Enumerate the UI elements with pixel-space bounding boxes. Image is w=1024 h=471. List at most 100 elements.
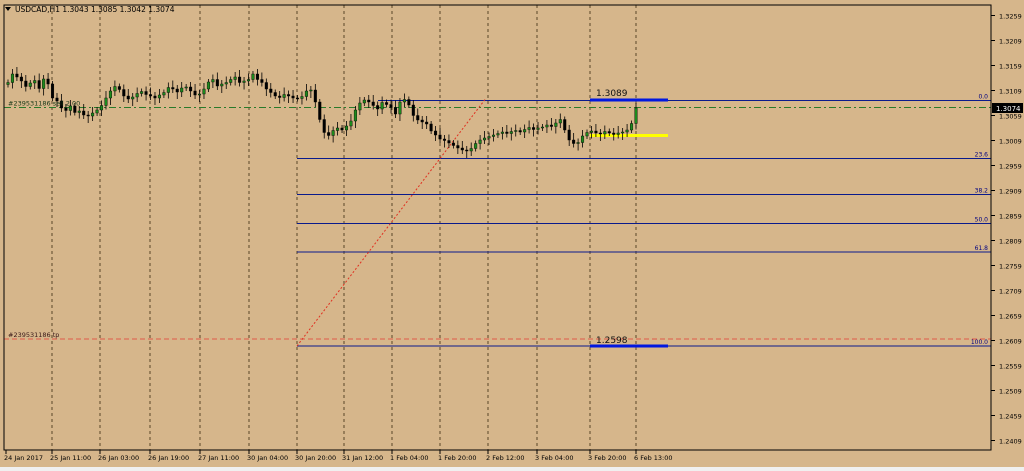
price-tick-label: 1.3209: [999, 38, 1022, 46]
bull-candle-body: [206, 81, 210, 90]
bear-candle-body: [82, 110, 86, 116]
bear-candle-body: [37, 80, 41, 89]
bear-candle-body: [607, 131, 611, 134]
bull-candle-body: [100, 105, 104, 111]
price-tick-label: 1.2659: [999, 313, 1022, 321]
time-tick-label: 2 Feb 12:00: [486, 454, 525, 462]
bear-candle-body: [318, 101, 322, 120]
bull-candle-body: [33, 80, 37, 84]
bear-candle-body: [175, 88, 179, 93]
time-tick-label: 3 Feb 20:00: [588, 454, 627, 462]
bear-candle-body: [518, 130, 522, 133]
bear-candle-body: [438, 134, 442, 140]
time-tick-label: 30 Jan 20:00: [295, 454, 336, 462]
bull-candle-body: [331, 130, 335, 136]
bear-candle-body: [420, 119, 424, 123]
time-tick-label: 1 Feb 04:00: [390, 454, 429, 462]
bull-candle-body: [469, 148, 473, 152]
price-tick-label: 1.2459: [999, 413, 1022, 421]
bull-candle-body: [625, 129, 629, 133]
bear-candle-body: [255, 73, 259, 80]
price-tick-label: 1.3259: [999, 13, 1022, 21]
bull-candle-body: [589, 130, 593, 133]
bull-candle-body: [10, 73, 14, 83]
bull-candle-body: [91, 112, 95, 117]
bear-candle-body: [429, 123, 433, 132]
bear-candle-body: [278, 95, 282, 98]
bull-candle-body: [344, 125, 348, 131]
chart-window[interactable]: 0.0 23.6 38.2 50.0 61.8 100.0 1.3259 1.3209 1.3…: [0, 0, 1024, 467]
bear-candle-body: [612, 132, 616, 135]
price-tick-label: 1.2409: [999, 438, 1022, 446]
price-tick-label: 1.2759: [999, 263, 1022, 271]
lower-zone-price-label: 1.2598: [596, 336, 628, 346]
bear-candle-body: [572, 139, 576, 144]
bear-candle-body: [189, 86, 193, 92]
bull-candle-body: [523, 129, 527, 133]
bull-candle-body: [630, 123, 634, 131]
price-chart[interactable]: 0.0 23.6 38.2 50.0 61.8 100.0 1.3259 1.3209 1.3…: [0, 0, 1024, 467]
upper-zone-price-label: 1.3089: [596, 89, 628, 99]
bull-candle-body: [95, 109, 99, 114]
bull-candle-body: [42, 78, 46, 89]
bull-candle-body: [536, 127, 540, 130]
bear-candle-body: [269, 88, 273, 93]
bull-candle-body: [509, 131, 513, 134]
bear-candle-body: [296, 97, 300, 100]
bear-candle-body: [260, 79, 264, 83]
bull-candle-body: [166, 87, 170, 93]
bull-candle-body: [157, 94, 161, 99]
bull-candle-body: [233, 76, 237, 80]
price-tick-label: 1.2809: [999, 238, 1022, 246]
bull-candle-body: [349, 120, 353, 127]
bear-candle-body: [434, 130, 438, 136]
bull-candle-body: [6, 82, 10, 85]
bull-candle-body: [309, 89, 313, 92]
bear-candle-body: [594, 130, 598, 134]
bear-candle-body: [238, 76, 242, 83]
bull-candle-body: [28, 82, 32, 87]
bear-candle-body: [86, 114, 90, 117]
bull-candle-body: [603, 131, 607, 135]
fib-level-label: 23.6: [975, 152, 989, 159]
bear-candle-body: [117, 86, 121, 90]
bear-candle-body: [122, 89, 126, 97]
bear-candle-body: [460, 147, 464, 151]
bear-candle-body: [389, 104, 393, 108]
bull-candle-body: [113, 86, 117, 92]
bull-candle-body: [527, 127, 531, 130]
bull-candle-body: [487, 136, 491, 139]
bull-candle-body: [558, 119, 562, 124]
candle: [51, 81, 55, 101]
time-tick-label: 24 Jan 2017: [4, 454, 43, 462]
bull-candle-body: [251, 73, 255, 80]
bull-candle-body: [474, 143, 478, 149]
bear-candle-body: [19, 76, 23, 82]
time-tick-label: 30 Jan 04:00: [247, 454, 288, 462]
time-tick-label: 3 Feb 04:00: [535, 454, 574, 462]
bear-candle-body: [456, 145, 460, 149]
time-tick-label: 1 Feb 20:00: [438, 454, 477, 462]
price-tick-label: 1.2859: [999, 213, 1022, 221]
bear-candle-body: [327, 132, 331, 136]
time-tick-label: 25 Jan 11:00: [50, 454, 91, 462]
bull-candle-body: [211, 79, 215, 83]
bear-candle-body: [153, 95, 157, 99]
bear-candle-body: [407, 99, 411, 106]
bear-candle-body: [46, 78, 50, 85]
bull-candle-body: [380, 102, 384, 110]
price-tick-label: 1.3159: [999, 63, 1022, 71]
bear-candle-body: [376, 105, 380, 110]
bear-candle-body: [144, 91, 148, 95]
time-tick-label: 26 Jan 19:00: [148, 454, 189, 462]
bull-candle-body: [358, 102, 362, 111]
bear-candle-body: [24, 80, 28, 87]
bear-candle-body: [64, 107, 68, 111]
bull-candle-body: [362, 99, 366, 104]
bull-candle-body: [104, 97, 108, 106]
bull-candle-body: [496, 133, 500, 136]
bull-candle-body: [140, 91, 144, 94]
bear-candle-body: [393, 107, 397, 115]
bull-candle-body: [184, 86, 188, 89]
bull-candle-body: [180, 87, 184, 93]
